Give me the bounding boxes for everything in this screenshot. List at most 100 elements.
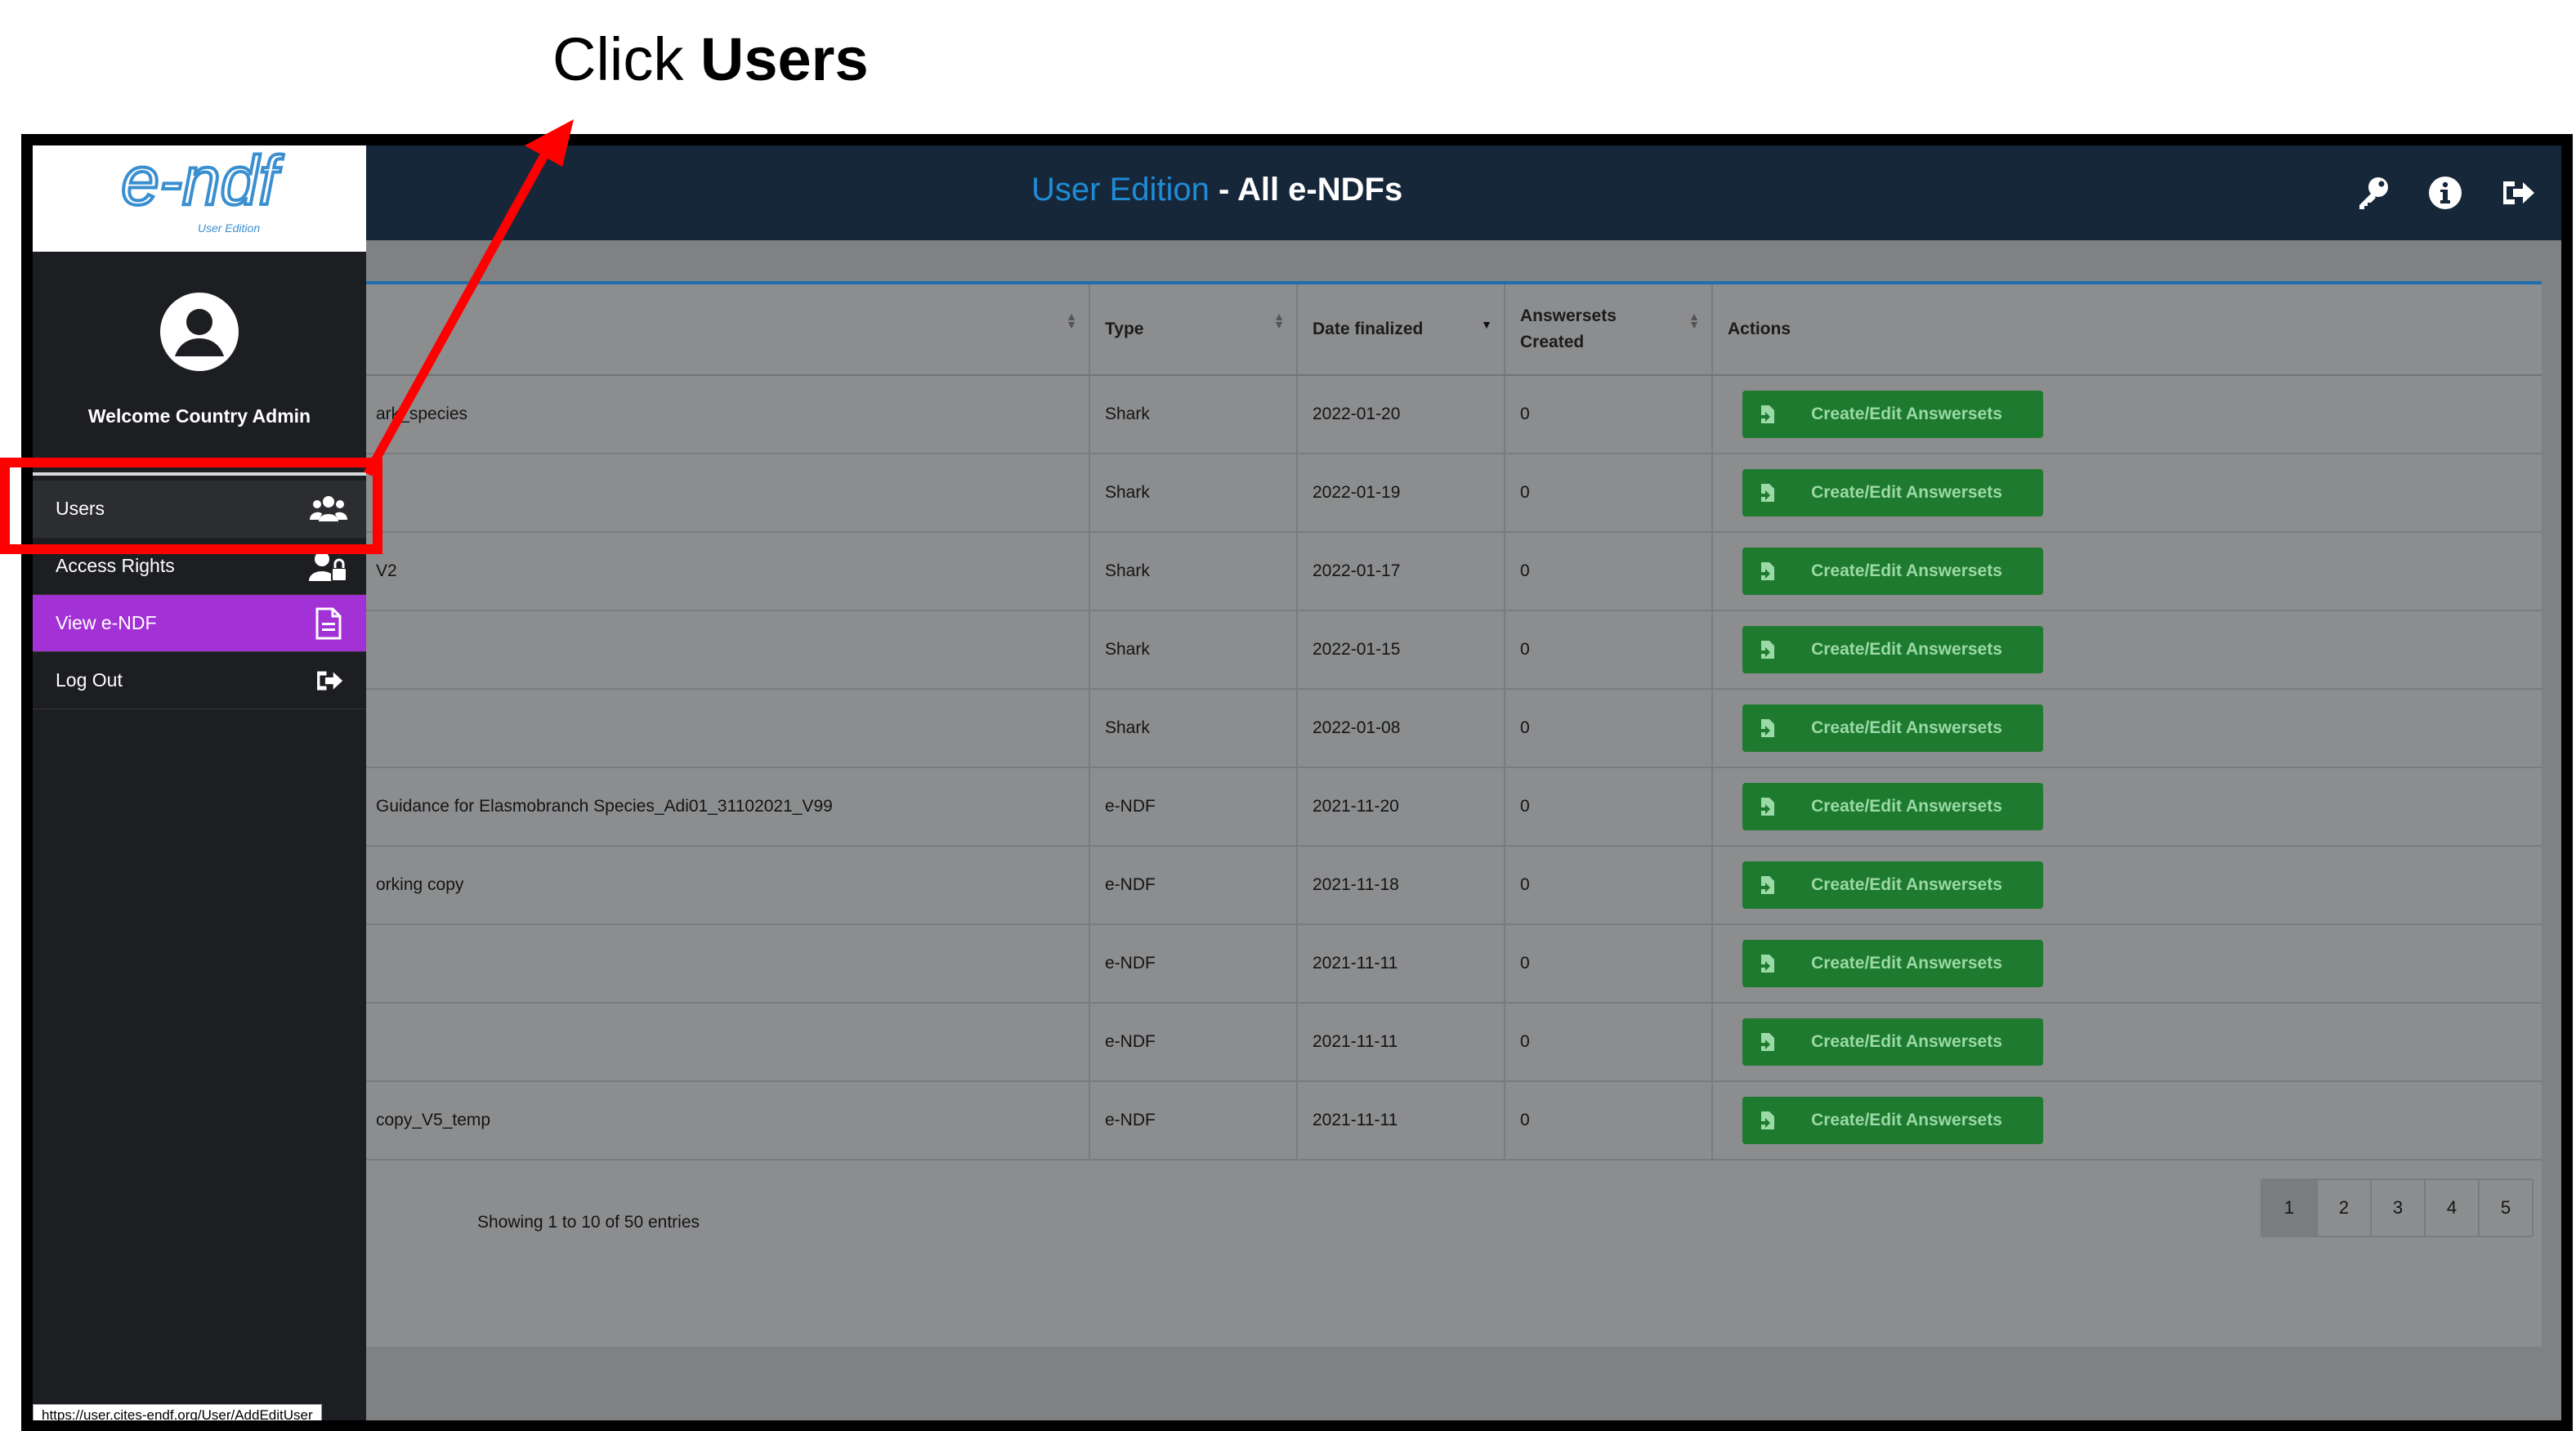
cell-count: 0 [1504, 925, 1711, 1002]
page-1-button[interactable]: 1 [2262, 1180, 2316, 1236]
cell-actions: Create/Edit Answersets [1711, 847, 2542, 923]
column-header-type[interactable]: Type ▲ ▼ [1089, 284, 1296, 374]
sidebar-item-label: Log Out [56, 669, 123, 691]
cell-count: 0 [1504, 768, 1711, 845]
cell-count: 0 [1504, 1004, 1711, 1080]
create-edit-answersets-button[interactable]: Create/Edit Answersets [1742, 548, 2043, 595]
file-import-icon [1742, 1110, 1791, 1131]
page-2-button[interactable]: 2 [2316, 1180, 2370, 1236]
title-main: - All e-NDFs [1209, 172, 1403, 208]
column-header-answersets[interactable]: Answersets Created ▲ ▼ [1504, 284, 1711, 374]
cell-date: 2022-01-15 [1296, 611, 1504, 688]
file-import-icon [1742, 874, 1791, 896]
file-import-icon [1742, 1031, 1791, 1053]
cell-type: Shark [1089, 533, 1296, 610]
content-panel: ▲ ▼ Type ▲ ▼ Date finalized ▼ Answersets Cre… [33, 281, 2542, 1347]
table-row: orking copy e-NDF 2021-11-18 0 Create/Edit A… [33, 847, 2542, 925]
create-edit-answersets-button[interactable]: Create/Edit Answersets [1742, 861, 2043, 909]
page-3-button[interactable]: 3 [2370, 1180, 2424, 1236]
document-icon [309, 606, 348, 641]
cell-date: 2021-11-11 [1296, 925, 1504, 1002]
column-header-date[interactable]: Date finalized ▼ [1296, 284, 1504, 374]
screenshot-frame: User Edition - All e-NDFs ▲ ▼ Type ▲ ▼ D… [21, 134, 2573, 1431]
table-row: Shark 2022-01-15 0 Create/Edit Answersets [33, 611, 2542, 690]
cell-type: e-NDF [1089, 1004, 1296, 1080]
table-row: e-NDF 2021-11-11 0 Create/Edit Answersets [33, 1004, 2542, 1082]
key-icon[interactable] [2354, 173, 2393, 212]
create-edit-answersets-button[interactable]: Create/Edit Answersets [1742, 704, 2043, 752]
button-label: Create/Edit Answersets [1811, 561, 2002, 580]
cell-actions: Create/Edit Answersets [1711, 611, 2542, 688]
table-row: e-NDF 2021-11-11 0 Create/Edit Answersets [33, 925, 2542, 1004]
create-edit-answersets-button[interactable]: Create/Edit Answersets [1742, 1018, 2043, 1066]
sidebar: e-ndf User Edition Welcome Country Admin… [33, 145, 366, 1420]
cell-type: e-NDF [1089, 1082, 1296, 1159]
cell-count: 0 [1504, 847, 1711, 923]
logout-icon[interactable] [2498, 173, 2537, 212]
cell-date: 2022-01-17 [1296, 533, 1504, 610]
entries-info: Showing 1 to 10 of 50 entries [477, 1213, 700, 1232]
cell-count: 0 [1504, 1082, 1711, 1159]
sidebar-item-label: View e-NDF [56, 612, 157, 633]
cell-count: 0 [1504, 533, 1711, 610]
cell-type: e-NDF [1089, 768, 1296, 845]
cell-type: e-NDF [1089, 847, 1296, 923]
cell-actions: Create/Edit Answersets [1711, 533, 2542, 610]
cell-actions: Create/Edit Answersets [1711, 1082, 2542, 1159]
table-row: copy_V5_temp e-NDF 2021-11-11 0 Create/Edit … [33, 1082, 2542, 1160]
sidebar-item-label: Access Rights [56, 555, 175, 576]
button-label: Create/Edit Answersets [1811, 797, 2002, 816]
create-edit-answersets-button[interactable]: Create/Edit Answersets [1742, 626, 2043, 673]
file-import-icon [1742, 404, 1791, 425]
logo[interactable]: e-ndf User Edition [33, 145, 366, 252]
file-import-icon [1742, 796, 1791, 817]
user-lock-icon [309, 549, 348, 584]
create-edit-answersets-button[interactable]: Create/Edit Answersets [1742, 940, 2043, 987]
cell-type: e-NDF [1089, 925, 1296, 1002]
logo-subtitle: User Edition [198, 221, 260, 235]
sidebar-item-logout[interactable]: Log Out [33, 652, 366, 709]
cell-date: 2022-01-08 [1296, 690, 1504, 767]
cell-date: 2021-11-11 [1296, 1004, 1504, 1080]
app-window: User Edition - All e-NDFs ▲ ▼ Type ▲ ▼ D… [33, 145, 2561, 1420]
table-row: Shark 2022-01-08 0 Create/Edit Answersets [33, 690, 2542, 768]
cell-count: 0 [1504, 454, 1711, 531]
cell-type: Shark [1089, 376, 1296, 453]
table-row: V2 Shark 2022-01-17 0 Create/Edit Answersets [33, 533, 2542, 611]
pagination: 1 2 3 4 5 [2261, 1178, 2534, 1237]
logout-icon [309, 664, 348, 698]
status-url: https://user.cites-endf.org/User/AddEdit… [33, 1404, 322, 1420]
table-row: Guidance for Elasmobranch Species_Adi01_… [33, 768, 2542, 847]
cell-actions: Create/Edit Answersets [1711, 376, 2542, 453]
create-edit-answersets-button[interactable]: Create/Edit Answersets [1742, 469, 2043, 517]
create-edit-answersets-button[interactable]: Create/Edit Answersets [1742, 783, 2043, 830]
cell-count: 0 [1504, 376, 1711, 453]
file-import-icon [1742, 561, 1791, 582]
logo-text: e-ndf [121, 145, 284, 219]
cell-type: Shark [1089, 454, 1296, 531]
avatar [159, 291, 240, 373]
title-accent: User Edition [1031, 172, 1210, 208]
create-edit-answersets-button[interactable]: Create/Edit Answersets [1742, 391, 2043, 438]
cell-date: 2021-11-18 [1296, 847, 1504, 923]
instruction-text: Click Users [552, 25, 869, 94]
cell-type: Shark [1089, 611, 1296, 688]
info-icon[interactable] [2426, 173, 2465, 212]
table-row: Shark 2022-01-19 0 Create/Edit Answersets [33, 454, 2542, 533]
page-4-button[interactable]: 4 [2424, 1180, 2478, 1236]
sidebar-item-view-endf[interactable]: View e-NDF [33, 595, 366, 652]
column-header-actions: Actions [1711, 284, 2542, 374]
button-label: Create/Edit Answersets [1811, 405, 2002, 423]
file-import-icon [1742, 718, 1791, 739]
button-label: Create/Edit Answersets [1811, 1032, 2002, 1051]
create-edit-answersets-button[interactable]: Create/Edit Answersets [1742, 1097, 2043, 1144]
instruction-prefix: Click [552, 25, 700, 93]
welcome-text: Welcome Country Admin [87, 405, 311, 427]
page-5-button[interactable]: 5 [2478, 1180, 2532, 1236]
top-bar: User Edition - All e-NDFs [33, 145, 2561, 240]
cell-actions: Create/Edit Answersets [1711, 925, 2542, 1002]
cell-date: 2021-11-11 [1296, 1082, 1504, 1159]
cell-date: 2022-01-19 [1296, 454, 1504, 531]
button-label: Create/Edit Answersets [1811, 1111, 2002, 1129]
button-label: Create/Edit Answersets [1811, 875, 2002, 894]
